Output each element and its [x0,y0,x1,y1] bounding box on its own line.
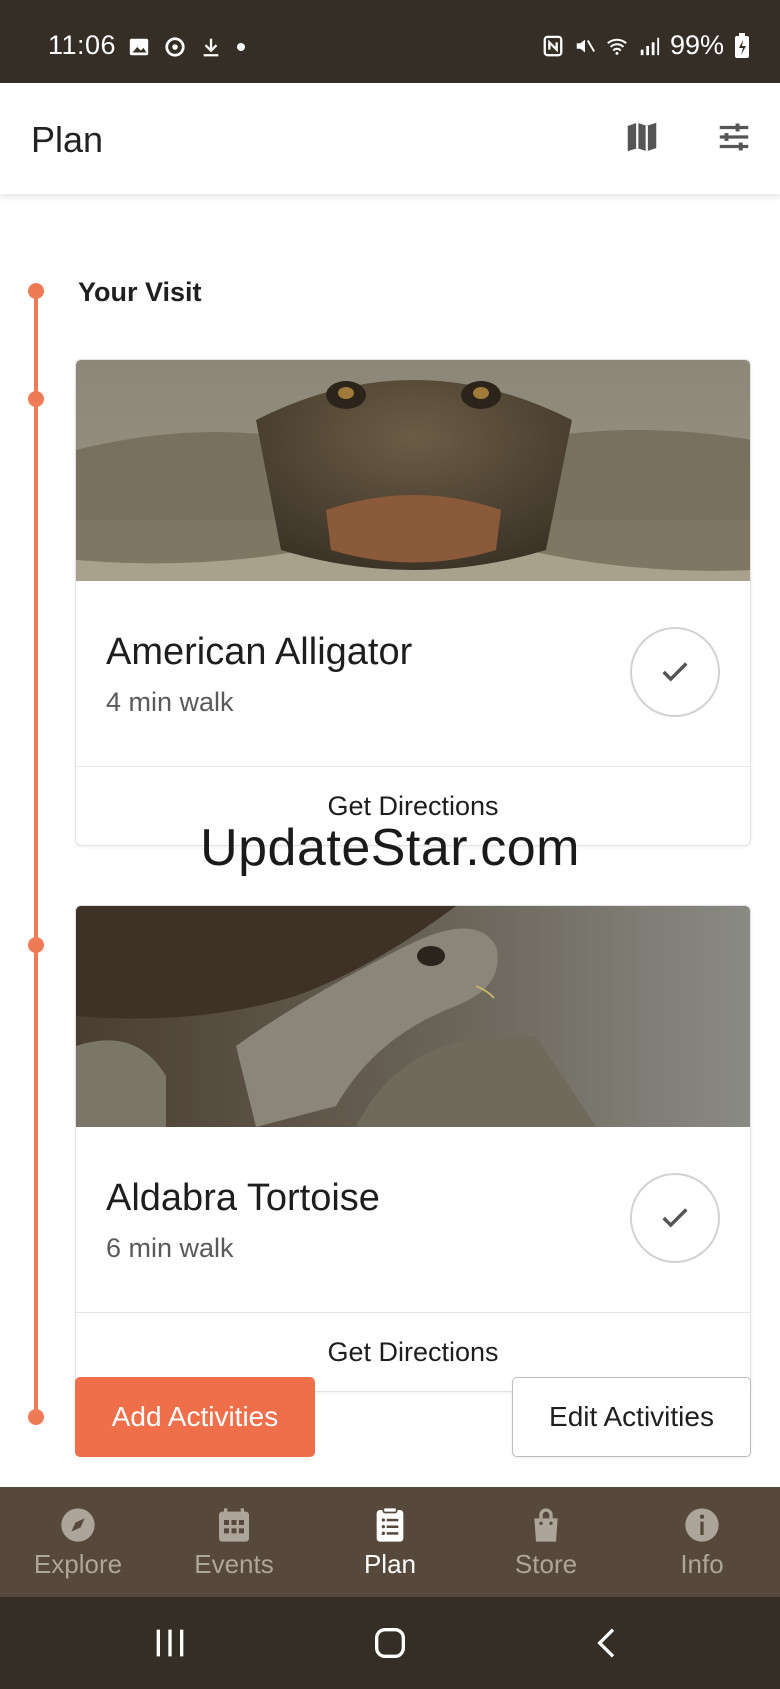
watermark-text: UpdateStar.com [200,819,580,877]
info-icon [685,1507,719,1542]
battery-charging-icon [735,32,749,58]
bottom-nav: Explore Events Plan Store Info [0,1487,780,1597]
check-icon [662,1208,688,1228]
timeline-dot [28,937,44,953]
signal-icon [640,37,660,55]
activity-name: Aldabra Tortoise [106,1177,380,1219]
status-time: 11:06 [48,30,117,60]
home-button[interactable] [360,1619,420,1667]
mute-icon [576,39,595,52]
recents-icon [156,1629,184,1657]
nav-item-info[interactable]: Info [624,1487,780,1597]
status-bar: 11:06 99% [0,0,780,83]
timeline-dot [28,391,44,407]
visit-heading: Your Visit [78,277,202,307]
download-icon [203,38,219,57]
recents-button[interactable] [140,1619,200,1667]
check-icon [662,662,688,682]
nav-label: Plan [363,1548,417,1579]
walk-time: 6 min walk [106,1233,234,1263]
battery-percent: 99% [669,30,724,60]
nav-label: Events [194,1548,274,1579]
activity-name: American Alligator [106,631,413,673]
nav-label: Explore [33,1548,123,1579]
nav-label: Info [680,1548,724,1579]
complete-toggle[interactable] [630,627,720,717]
map-button[interactable] [618,113,666,161]
filter-button[interactable] [710,113,758,161]
nfc-icon [543,35,563,56]
calendar-icon [219,1507,249,1542]
clipboard-icon [376,1506,404,1542]
activity-card: American Alligator 4 min walk Get Direct… [75,359,751,846]
home-icon [375,1628,405,1658]
map-icon [627,122,657,152]
nav-item-store[interactable]: Store [468,1487,624,1597]
nav-label: Store [514,1548,578,1579]
system-nav-bar [0,1597,780,1689]
gallery-icon [129,38,149,56]
back-icon [597,1628,615,1658]
page-title: Plan [31,119,104,160]
nav-item-events[interactable]: Events [156,1487,312,1597]
nav-item-plan[interactable]: Plan [312,1487,468,1597]
back-button[interactable] [578,1619,638,1667]
complete-toggle[interactable] [630,1173,720,1263]
app-header: Plan [0,83,780,194]
wifi-icon [607,38,627,55]
sliders-icon [719,123,749,151]
nav-item-explore[interactable]: Explore [0,1487,156,1597]
add-activities-button[interactable]: Add Activities [75,1377,315,1457]
edit-activities-button[interactable]: Edit Activities [512,1377,751,1457]
sync-icon [165,37,185,57]
timeline-dot [28,283,44,299]
alligator-photo [76,360,750,581]
dot-icon [237,43,245,51]
timeline-dot [28,1409,44,1425]
activity-card: Aldabra Tortoise 6 min walk Get Directio… [75,905,751,1392]
tortoise-photo [76,906,750,1127]
walk-time: 4 min walk [106,687,234,717]
shopping-bag-icon [534,1507,558,1542]
compass-icon [61,1507,95,1542]
